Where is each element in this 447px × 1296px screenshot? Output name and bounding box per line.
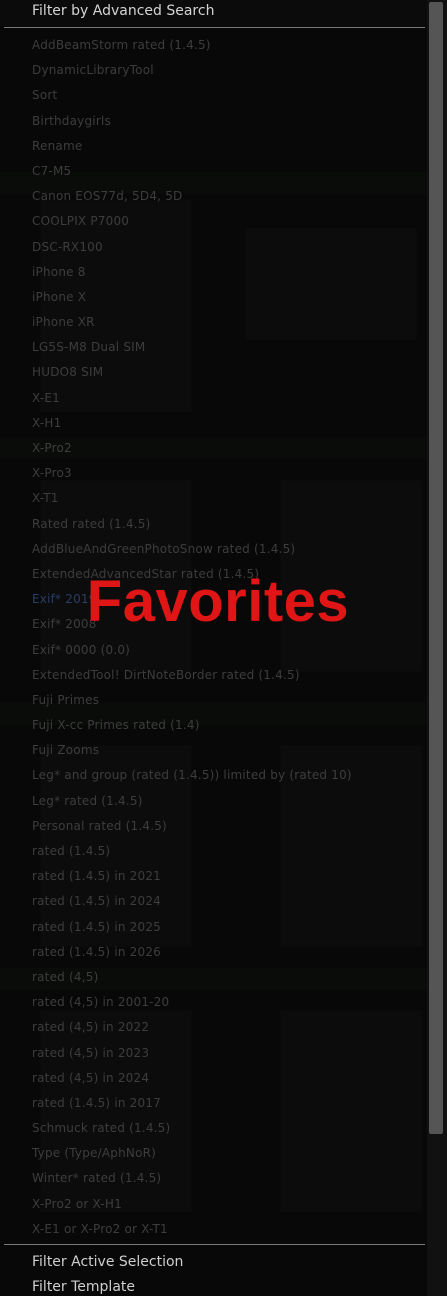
saved-search-item[interactable]: AddBeamStorm rated (1.4.5) <box>0 33 427 58</box>
menu-header[interactable]: Filter by Advanced Search <box>0 0 427 26</box>
saved-search-item[interactable]: X-Pro3 <box>0 461 427 486</box>
saved-search-item[interactable]: Type (Type/AphNoR) <box>0 1141 427 1166</box>
saved-search-item[interactable]: LG5S-M8 Dual SIM <box>0 335 427 360</box>
saved-search-item[interactable]: iPhone 8 <box>0 260 427 285</box>
saved-search-item[interactable]: rated (1.4.5) in 2024 <box>0 889 427 914</box>
saved-search-item[interactable]: rated (1.4.5) <box>0 839 427 864</box>
saved-search-item[interactable]: COOLPIX P7000 <box>0 209 427 234</box>
saved-search-item[interactable]: rated (1.4.5) in 2021 <box>0 864 427 889</box>
menu-divider <box>4 1244 425 1245</box>
advanced-search-dropdown[interactable]: Filter by Advanced Search AddBeamStorm r… <box>0 0 428 1296</box>
saved-search-item[interactable]: Rename <box>0 134 427 159</box>
menu-divider <box>4 27 425 28</box>
saved-search-item[interactable]: rated (4,5) in 2001-20 <box>0 990 427 1015</box>
saved-search-item[interactable]: Sort <box>0 83 427 108</box>
saved-search-item[interactable]: ExtendedTool! DirtNoteBorder rated (1.4.… <box>0 663 427 688</box>
saved-search-item[interactable]: iPhone X <box>0 285 427 310</box>
favorites-overlay-title: Favorites <box>86 569 350 634</box>
saved-search-item[interactable]: Birthdaygirls <box>0 109 427 134</box>
saved-search-item[interactable]: Winter* rated (1.4.5) <box>0 1166 427 1191</box>
saved-search-item[interactable]: HUDO8 SIM <box>0 360 427 385</box>
saved-search-item[interactable]: rated (4,5) in 2022 <box>0 1015 427 1040</box>
saved-search-item[interactable]: iPhone XR <box>0 310 427 335</box>
menu-scrollbar[interactable] <box>427 0 447 1296</box>
saved-search-item[interactable]: Exif* 0000 (0.0) <box>0 638 427 663</box>
saved-search-item[interactable]: X-Pro2 <box>0 436 427 461</box>
saved-search-item[interactable]: rated (1.4.5) in 2026 <box>0 940 427 965</box>
saved-search-item[interactable]: X-E1 <box>0 386 427 411</box>
saved-search-item[interactable]: Fuji Primes <box>0 688 427 713</box>
saved-search-item[interactable]: Schmuck rated (1.4.5) <box>0 1116 427 1141</box>
saved-search-item[interactable]: X-T1 <box>0 486 427 511</box>
saved-search-item[interactable]: Fuji Zooms <box>0 738 427 763</box>
saved-search-item[interactable]: X-E1 or X-Pro2 or X-T1 <box>0 1217 427 1242</box>
saved-search-item[interactable]: X-Pro2 or X-H1 <box>0 1192 427 1217</box>
saved-search-item[interactable]: rated (4,5) in 2023 <box>0 1041 427 1066</box>
filter-advanced-search-label[interactable]: Filter by Advanced Search <box>32 3 214 19</box>
saved-search-item[interactable]: Leg* rated (1.4.5) <box>0 789 427 814</box>
saved-search-item[interactable]: DSC-RX100 <box>0 235 427 260</box>
saved-search-item[interactable]: X-H1 <box>0 411 427 436</box>
app-window: Details Filter by Advanced Search AddBea… <box>0 0 447 1296</box>
saved-search-item[interactable]: Canon EOS77d, 5D4, 5D <box>0 184 427 209</box>
filter-template-item[interactable]: Filter Template <box>32 1279 135 1295</box>
saved-search-item[interactable]: rated (4,5) in 2024 <box>0 1066 427 1091</box>
saved-search-item[interactable]: AddBlueAndGreenPhotoSnow rated (1.4.5) <box>0 537 427 562</box>
saved-search-item[interactable]: Rated rated (1.4.5) <box>0 512 427 537</box>
saved-search-item[interactable]: rated (1.4.5) in 2017 <box>0 1091 427 1116</box>
filter-active-selection-item[interactable]: Filter Active Selection <box>32 1254 183 1270</box>
saved-search-item[interactable]: DynamicLibraryTool <box>0 58 427 83</box>
saved-search-item[interactable]: Personal rated (1.4.5) <box>0 814 427 839</box>
saved-search-list: AddBeamStorm rated (1.4.5) DynamicLibrary… <box>0 33 427 1292</box>
saved-search-item[interactable]: rated (1.4.5) in 2025 <box>0 915 427 940</box>
saved-search-item[interactable]: rated (4,5) <box>0 965 427 990</box>
saved-search-item[interactable]: Leg* and group (rated (1.4.5)) limited b… <box>0 763 427 788</box>
saved-search-item[interactable]: Fuji X-cc Primes rated (1.4) <box>0 713 427 738</box>
saved-search-item[interactable]: C7-M5 <box>0 159 427 184</box>
